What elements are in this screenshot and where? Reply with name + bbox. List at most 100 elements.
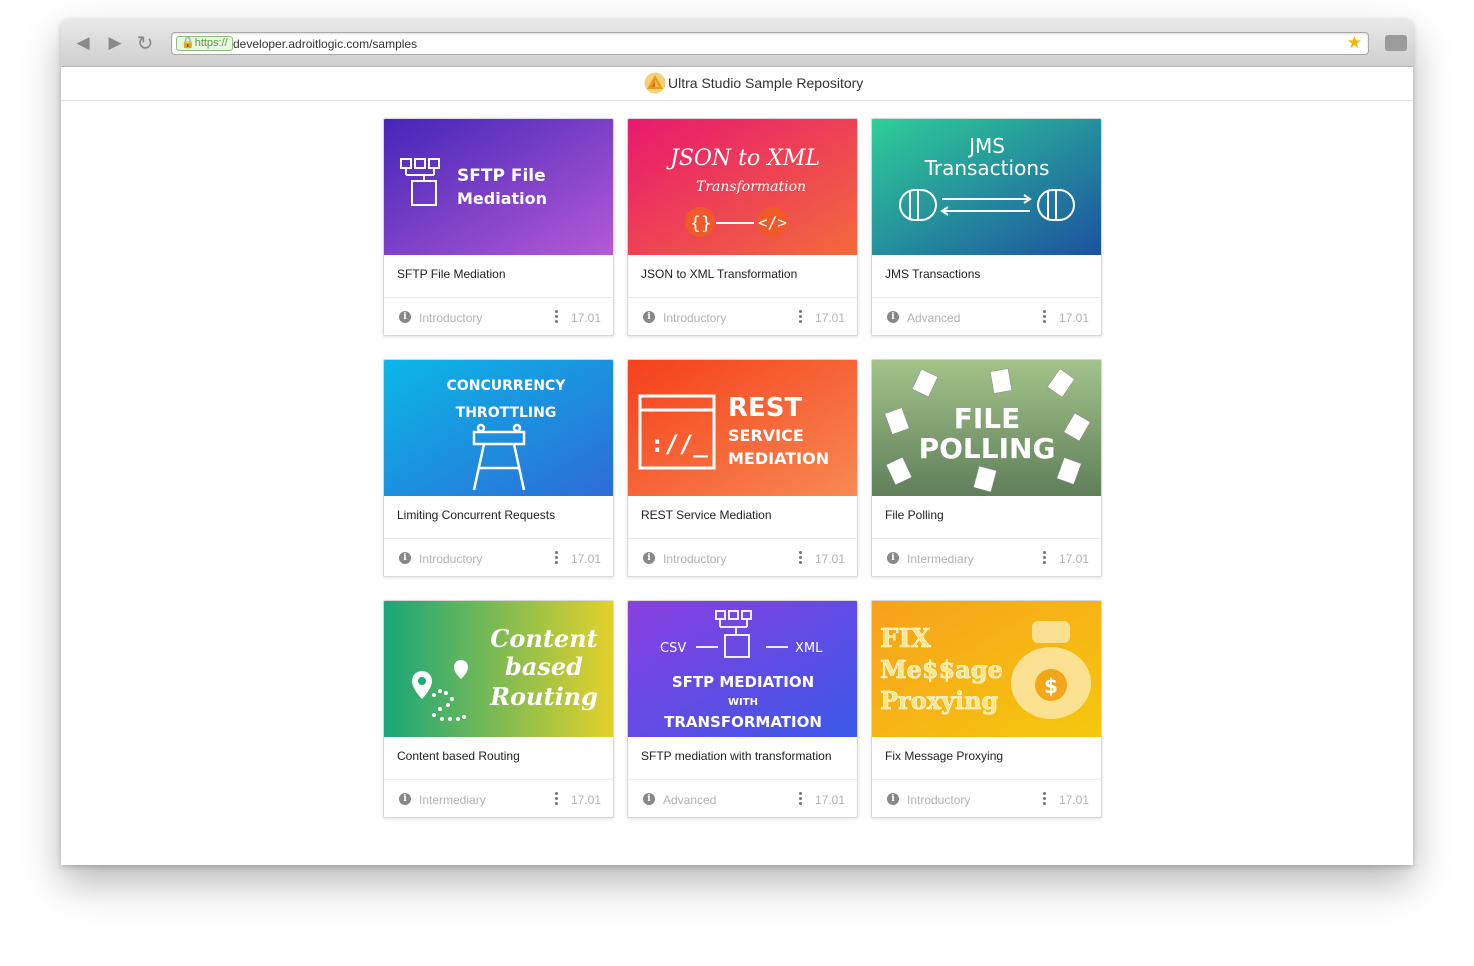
sample-card[interactable]: CONCURRENCY THROTTLING Limiting Concurre… xyxy=(383,359,614,577)
banner-text: CSV xyxy=(660,641,686,656)
info-icon: i xyxy=(887,552,899,564)
banner-text: JMS xyxy=(967,134,1005,158)
sample-card[interactable]: JSON to XML Transformation {} </> JSON t… xyxy=(627,118,858,336)
svg-text:://_: ://_ xyxy=(650,430,708,458)
banner-text: POLLING xyxy=(919,432,1056,465)
banner-text: FIX xyxy=(880,624,932,654)
card-title: SFTP mediation with transformation xyxy=(641,749,832,763)
card-banner: CONCURRENCY THROTTLING xyxy=(384,360,613,496)
card-banner: JSON to XML Transformation {} </> xyxy=(628,119,857,255)
browser-window: ◀ ▶ ↻ 🔒https:// developer.adroitlogic.co… xyxy=(61,19,1413,865)
banner-text: CONCURRENCY xyxy=(447,378,567,394)
version-label: 17.01 xyxy=(1059,552,1090,566)
card-banner: Content based Routing xyxy=(384,601,613,737)
version-label: 17.01 xyxy=(1059,793,1090,807)
banner-text: THROTTLING xyxy=(456,405,557,421)
more-options-icon[interactable] xyxy=(1043,551,1046,564)
card-footer: i Introductory 17.01 xyxy=(384,538,613,576)
level-label: Introductory xyxy=(663,311,727,325)
version-label: 17.01 xyxy=(571,311,602,325)
more-options-icon[interactable] xyxy=(1043,792,1046,805)
info-icon: i xyxy=(887,793,899,805)
version-label: 17.01 xyxy=(815,793,846,807)
card-title: SFTP File Mediation xyxy=(397,267,506,281)
banner-text: JSON to XML xyxy=(666,146,820,171)
card-banner: $ FIX Me$$age Proxying xyxy=(872,601,1101,737)
banner-text: based xyxy=(505,652,583,681)
card-footer: i Introductory 17.01 xyxy=(628,538,857,576)
https-badge: 🔒https:// xyxy=(176,36,233,51)
level-label: Advanced xyxy=(663,793,717,807)
info-icon: i xyxy=(887,311,899,323)
card-banner: CSV XML SFTP MEDIATION WITH TRANSFORMATI… xyxy=(628,601,857,737)
sample-card[interactable]: JMS Transactions JMS Transactions i Adva… xyxy=(871,118,1102,336)
url-text: developer.adroitlogic.com/samples xyxy=(233,37,418,51)
reload-icon[interactable]: ↻ xyxy=(134,32,156,54)
bookmark-star-icon[interactable]: ★ xyxy=(1347,33,1362,54)
level-label: Introductory xyxy=(907,793,971,807)
level-label: Intermediary xyxy=(419,793,486,807)
banner-text: MEDIATION xyxy=(728,449,829,468)
forward-icon[interactable]: ▶ xyxy=(104,32,126,54)
level-label: Advanced xyxy=(907,311,961,325)
sample-card[interactable]: ://_ REST SERVICE MEDIATION REST Service… xyxy=(627,359,858,577)
banner-text: SFTP MEDIATION xyxy=(672,673,814,691)
banner-text: Routing xyxy=(489,682,598,711)
more-options-icon[interactable] xyxy=(555,310,558,323)
version-label: 17.01 xyxy=(1059,311,1090,325)
browser-menu-icon[interactable] xyxy=(1385,35,1407,51)
banner-text: TRANSFORMATION xyxy=(664,713,822,731)
card-footer: i Intermediary 17.01 xyxy=(872,538,1101,576)
braces-icon: {} xyxy=(690,213,712,234)
sample-card[interactable]: $ FIX Me$$age Proxying Fix Message Proxy… xyxy=(871,600,1102,818)
card-footer: i Intermediary 17.01 xyxy=(384,779,613,817)
card-banner: JMS Transactions xyxy=(872,119,1101,255)
sample-card[interactable]: Content based Routing Content based Rout… xyxy=(383,600,614,818)
info-icon: i xyxy=(643,793,655,805)
info-icon: i xyxy=(643,552,655,564)
sample-card[interactable]: FILE POLLING File Polling i Intermediary… xyxy=(871,359,1102,577)
info-icon: i xyxy=(399,311,411,323)
card-title: Fix Message Proxying xyxy=(885,749,1004,763)
info-icon: i xyxy=(399,552,411,564)
banner-text: Proxying xyxy=(880,686,999,715)
site-header: Ultra Studio Sample Repository xyxy=(61,67,1413,101)
version-label: 17.01 xyxy=(815,552,846,566)
more-options-icon[interactable] xyxy=(799,792,802,805)
card-banner: FILE POLLING xyxy=(872,360,1101,496)
banner-text: REST xyxy=(728,393,803,423)
card-title: Limiting Concurrent Requests xyxy=(397,508,556,522)
banner-text: Transformation xyxy=(696,179,806,195)
card-title: REST Service Mediation xyxy=(641,508,772,522)
card-footer: i Advanced 17.01 xyxy=(872,297,1101,335)
more-options-icon[interactable] xyxy=(799,551,802,564)
level-label: Introductory xyxy=(419,311,483,325)
back-icon[interactable]: ◀ xyxy=(72,32,94,54)
version-label: 17.01 xyxy=(571,793,602,807)
banner-text: SERVICE xyxy=(728,426,804,445)
card-title: JSON to XML Transformation xyxy=(641,267,798,281)
level-label: Introductory xyxy=(663,552,727,566)
more-options-icon[interactable] xyxy=(799,310,802,323)
card-footer: i Advanced 17.01 xyxy=(628,779,857,817)
more-options-icon[interactable] xyxy=(555,792,558,805)
card-title: JMS Transactions xyxy=(885,267,981,281)
card-footer: i Introductory 17.01 xyxy=(628,297,857,335)
sample-card[interactable]: SFTP File Mediation SFTP File Mediation … xyxy=(383,118,614,336)
banner-text: Mediation xyxy=(457,189,547,208)
banner-text: FILE xyxy=(954,402,1021,435)
sample-card[interactable]: CSV XML SFTP MEDIATION WITH TRANSFORMATI… xyxy=(627,600,858,818)
adroitlogic-logo-icon xyxy=(644,72,666,94)
page-title: Ultra Studio Sample Repository xyxy=(668,75,864,91)
more-options-icon[interactable] xyxy=(1043,310,1046,323)
card-footer: i Introductory 17.01 xyxy=(384,297,613,335)
browser-toolbar: ◀ ▶ ↻ 🔒https:// developer.adroitlogic.co… xyxy=(61,19,1413,67)
card-banner: ://_ REST SERVICE MEDIATION xyxy=(628,360,857,496)
card-title: Content based Routing xyxy=(397,749,520,763)
banner-text: SFTP File xyxy=(457,166,546,186)
card-footer: i Introductory 17.01 xyxy=(872,779,1101,817)
svg-text:$: $ xyxy=(1044,674,1058,698)
address-bar[interactable]: 🔒https:// developer.adroitlogic.com/samp… xyxy=(171,32,1369,55)
more-options-icon[interactable] xyxy=(555,551,558,564)
version-label: 17.01 xyxy=(571,552,602,566)
